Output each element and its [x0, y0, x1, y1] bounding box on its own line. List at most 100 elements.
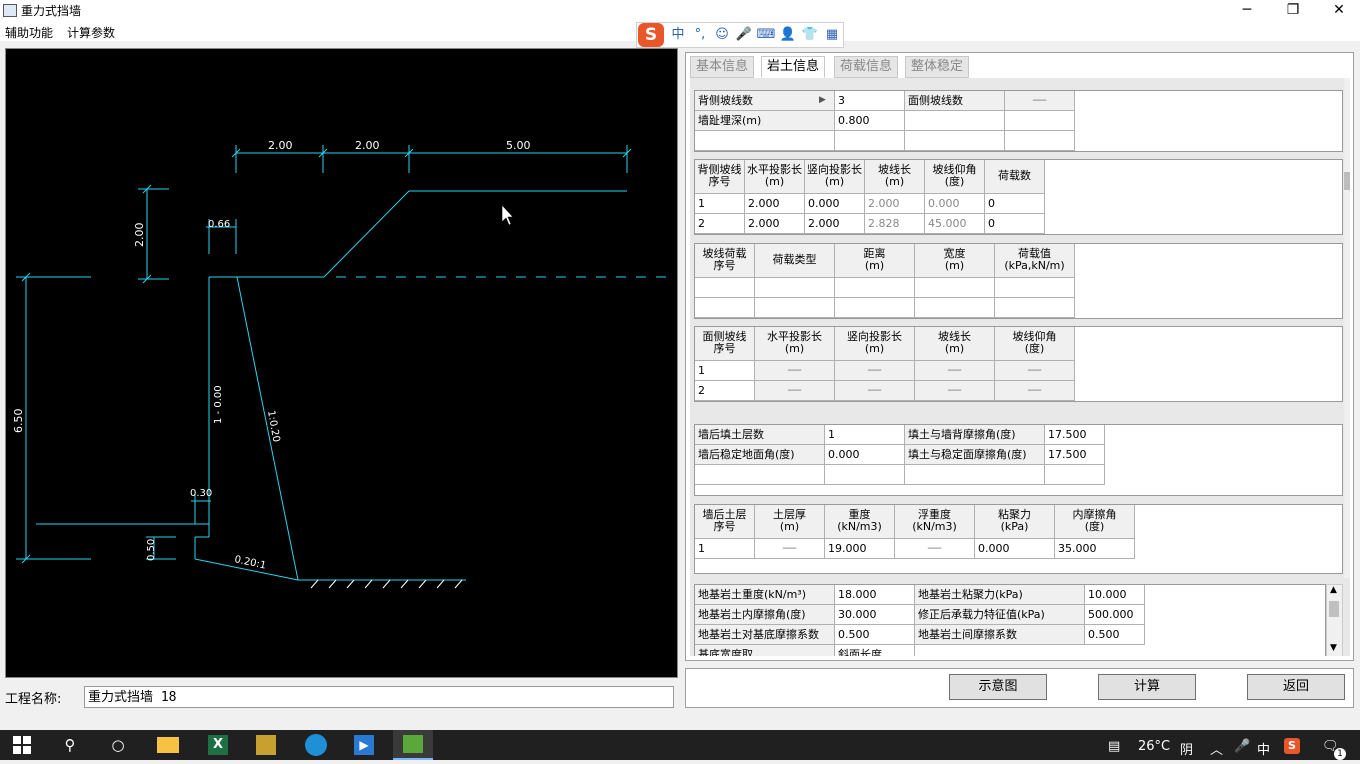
table-cell[interactable]: 2.000: [745, 194, 805, 214]
search-icon[interactable]: ⚲: [50, 730, 90, 760]
param-input[interactable]: 0.500: [835, 625, 915, 645]
sogou-tray-icon[interactable]: S: [1284, 738, 1300, 754]
wall-diagram-svg: 2.00 2.00 5.00 2.00 0.66 6.50 0.30 0.50 …: [12, 139, 671, 589]
tab-basic-info[interactable]: 基本信息: [690, 56, 755, 78]
param-label: 地基岩土重度(kN/m³): [695, 585, 835, 605]
table-cell[interactable]: 0: [985, 214, 1045, 234]
ime-skin-icon[interactable]: 👕: [800, 26, 820, 44]
stable-friction-input[interactable]: 17.500: [1045, 445, 1105, 465]
fill-layers-label: 墙后填土层数: [695, 425, 825, 445]
table-cell: 45.000: [925, 214, 985, 234]
ime-chinese-mode-icon[interactable]: 中: [668, 26, 688, 44]
ime-toolbox-icon[interactable]: ▦: [822, 26, 842, 44]
tab-geotech-info[interactable]: 岩土信息: [761, 56, 826, 78]
fill-layers-input[interactable]: 1: [825, 425, 905, 445]
tab-load-info[interactable]: 荷载信息: [834, 56, 899, 78]
back-slope-grid: 背侧坡线 序号 水平投影长 (m) 竖向投影长 (m) 坡线长 (m) 坡线仰角…: [694, 159, 1343, 235]
empty-cell[interactable]: [995, 298, 1075, 318]
calculate-button[interactable]: 计算: [1098, 674, 1196, 700]
table-cell[interactable]: 35.000: [1055, 539, 1135, 559]
start-icon[interactable]: [2, 730, 42, 760]
table-cell: 2.000: [865, 194, 925, 214]
task-view-icon[interactable]: ○: [98, 730, 138, 760]
empty-cell: [695, 465, 825, 485]
scroll-down-icon[interactable]: ▼: [1330, 643, 1337, 653]
back-slope-count-input[interactable]: 3: [835, 91, 905, 111]
soil-layer-grid: 墙后土层 序号 土层厚 (m) 重度 (kN/m3) 浮重度 (kN/m3) 粘…: [694, 504, 1343, 574]
param-input[interactable]: 500.000: [1085, 605, 1145, 625]
empty-cell[interactable]: [915, 298, 995, 318]
col-header: 墙后土层 序号: [695, 505, 755, 539]
stable-friction-label: 填土与稳定面摩擦角(度): [905, 445, 1045, 465]
table-cell[interactable]: 0: [985, 194, 1045, 214]
media-player-icon[interactable]: ▶: [344, 730, 384, 760]
param-input[interactable]: 18.000: [835, 585, 915, 605]
table-cell[interactable]: 0.000: [805, 194, 865, 214]
empty-cell[interactable]: [755, 298, 835, 318]
empty-cell[interactable]: [695, 298, 755, 318]
param-input[interactable]: 0.500: [1085, 625, 1145, 645]
dim-top-3: 5.00: [506, 139, 531, 152]
table-cell[interactable]: 2.000: [745, 214, 805, 234]
app-calc-icon[interactable]: [246, 730, 286, 760]
empty-cell[interactable]: [835, 298, 915, 318]
sogou-logo-icon[interactable]: S: [638, 23, 664, 47]
stable-angle-label: 墙后稳定地面角(度): [695, 445, 825, 465]
ime-emoji-icon[interactable]: ☺: [712, 26, 732, 44]
col-header: 面侧坡线 序号: [695, 327, 755, 361]
ime-punctuation-icon[interactable]: °,: [690, 26, 710, 44]
ime-user-icon[interactable]: 👤: [778, 26, 798, 44]
table-cell: 2: [695, 381, 755, 401]
diagram-button[interactable]: 示意图: [949, 674, 1047, 700]
microphone-icon[interactable]: 🎤: [1234, 739, 1250, 754]
empty-cell[interactable]: [755, 278, 835, 298]
front-slope-count-label: 面侧坡线数: [905, 91, 1005, 111]
chevron-up-icon[interactable]: ︿: [1210, 739, 1223, 758]
file-explorer-icon[interactable]: [148, 730, 188, 760]
fill-back-friction-input[interactable]: 17.500: [1045, 425, 1105, 445]
param-label: 地基岩土内摩擦角(度): [695, 605, 835, 625]
scroll-thumb[interactable]: [1344, 172, 1350, 190]
excel-icon[interactable]: X: [198, 730, 238, 760]
temperature[interactable]: 26°C: [1138, 739, 1170, 754]
edge-icon[interactable]: [296, 730, 336, 760]
dim-top-1: 2.00: [268, 139, 293, 152]
col-header: 浮重度 (kN/m3): [895, 505, 975, 539]
stable-angle-input[interactable]: 0.000: [825, 445, 905, 465]
maximize-button[interactable]: ❐: [1270, 0, 1316, 21]
foundation-scrollbar[interactable]: ▲ ▼: [1326, 584, 1343, 656]
empty-cell[interactable]: [995, 278, 1075, 298]
project-name-input[interactable]: 重力式挡墙 18: [84, 686, 674, 708]
param-input[interactable]: 30.000: [835, 605, 915, 625]
col-header: 坡线长 (m): [915, 327, 995, 361]
table-cell[interactable]: 0.000: [975, 539, 1055, 559]
table-cell: ──: [835, 361, 915, 381]
scroll-up-icon[interactable]: ▲: [1330, 585, 1337, 595]
ime-keyboard-icon[interactable]: ⌨: [756, 26, 776, 44]
close-button[interactable]: ✕: [1316, 0, 1360, 21]
weather[interactable]: 阴: [1180, 739, 1193, 758]
ime-indicator[interactable]: 中: [1257, 739, 1270, 758]
param-select[interactable]: 斜面长度: [835, 645, 915, 656]
scroll-thumb[interactable]: [1329, 601, 1339, 617]
tab-global-stability[interactable]: 整体稳定: [905, 56, 970, 78]
retaining-wall-app-icon[interactable]: [393, 730, 433, 760]
empty-cell[interactable]: [835, 278, 915, 298]
news-icon[interactable]: ▤: [1108, 739, 1120, 754]
menu-aux-functions[interactable]: 辅助功能: [5, 24, 53, 41]
ime-voice-icon[interactable]: 🎤: [734, 26, 754, 44]
right-panel-scrollbar[interactable]: [1344, 78, 1350, 578]
wall-diagram-canvas[interactable]: 2.00 2.00 5.00 2.00 0.66 6.50 0.30 0.50 …: [5, 48, 678, 678]
toe-depth-input[interactable]: 0.800: [835, 111, 905, 131]
col-header: 水平投影长 (m): [745, 160, 805, 194]
table-cell: ──: [915, 361, 995, 381]
empty-cell[interactable]: [915, 278, 995, 298]
empty-cell[interactable]: [695, 278, 755, 298]
param-input[interactable]: 10.000: [1085, 585, 1145, 605]
table-cell: 1: [695, 194, 745, 214]
table-cell[interactable]: 2.000: [805, 214, 865, 234]
menu-calc-params[interactable]: 计算参数: [67, 24, 115, 41]
back-button[interactable]: 返回: [1247, 674, 1345, 700]
minimize-button[interactable]: ─: [1224, 0, 1270, 21]
table-cell[interactable]: 19.000: [825, 539, 895, 559]
